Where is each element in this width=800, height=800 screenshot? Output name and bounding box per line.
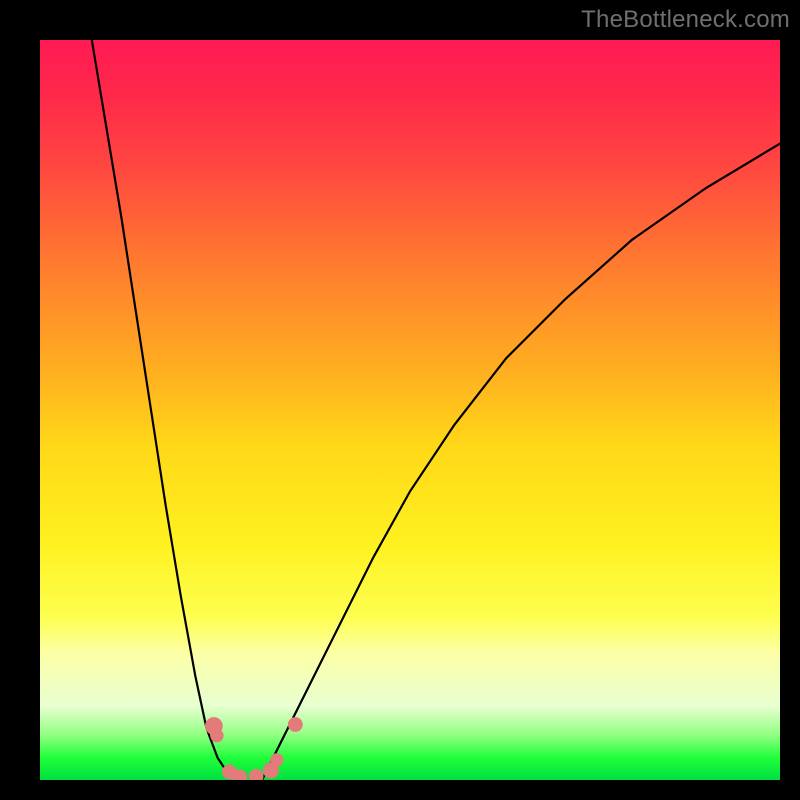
data-marker <box>249 769 264 780</box>
data-marker <box>270 753 283 766</box>
chart-frame: TheBottleneck.com <box>0 0 800 800</box>
data-marker <box>288 717 303 732</box>
chart-svg <box>40 40 780 780</box>
left-curve <box>92 40 240 780</box>
data-marker <box>210 729 223 742</box>
right-curve <box>262 144 780 780</box>
watermark-label: TheBottleneck.com <box>581 6 790 34</box>
plot-area <box>40 40 780 780</box>
